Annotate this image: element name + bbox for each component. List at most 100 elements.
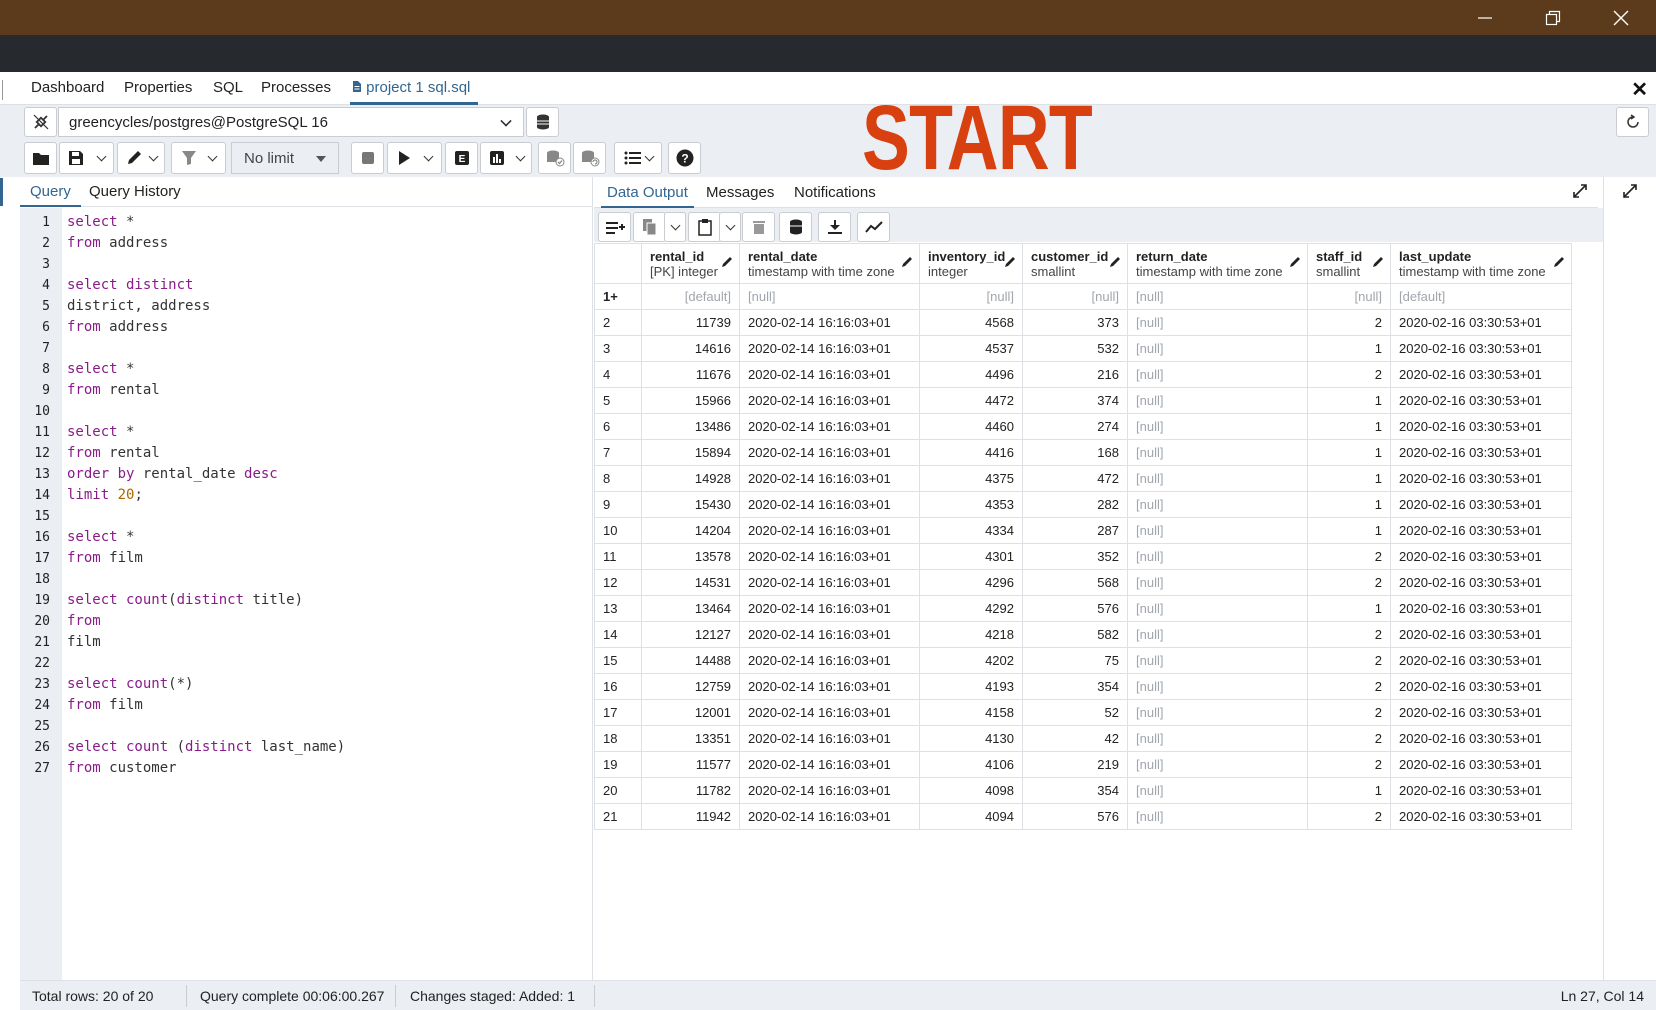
cell[interactable]: 14204 (641, 517, 740, 544)
tab-query[interactable]: Query (20, 183, 81, 207)
cell[interactable]: 2020-02-14 16:16:03+01 (739, 309, 920, 336)
cell[interactable]: 472 (1022, 465, 1128, 492)
table-row[interactable]: 8 14928 2020-02-14 16:16:03+01 4375 472 [null… (594, 465, 1572, 492)
cell[interactable]: 4353 (919, 491, 1023, 518)
delete-button[interactable] (742, 212, 775, 242)
cell[interactable]: 1 (1307, 387, 1391, 414)
cell[interactable]: [null] (1127, 387, 1308, 414)
cell[interactable]: [null] (1127, 595, 1308, 622)
cell[interactable]: [null] (1127, 751, 1308, 778)
cell[interactable]: 2 (1307, 647, 1391, 674)
add-row-button[interactable] (598, 212, 631, 242)
collapse-handle[interactable] (2, 80, 12, 100)
tab-query-history[interactable]: Query History (89, 183, 181, 200)
cell[interactable]: [null] (1127, 413, 1308, 440)
table-row[interactable]: 18 13351 2020-02-14 16:16:03+01 4130 42 [null… (594, 725, 1572, 752)
cell[interactable]: 4472 (919, 387, 1023, 414)
tab-notifications[interactable]: Notifications (794, 184, 876, 201)
cell[interactable]: 1 (1307, 439, 1391, 466)
cell[interactable]: [null] (1127, 699, 1308, 726)
cell[interactable]: 2020-02-16 03:30:53+01 (1390, 621, 1572, 648)
cell[interactable]: 216 (1022, 361, 1128, 388)
connection-select[interactable]: greencycles/postgres@PostgreSQL 16 (58, 107, 524, 137)
cell[interactable]: 2020-02-14 16:16:03+01 (739, 569, 920, 596)
table-row[interactable]: 21 11942 2020-02-14 16:16:03+01 4094 576 [nul… (594, 803, 1572, 830)
column-header[interactable]: last_update timestamp with time zone (1390, 243, 1572, 284)
cell[interactable]: 1 (1307, 465, 1391, 492)
cell[interactable]: 2020-02-16 03:30:53+01 (1390, 413, 1572, 440)
cell[interactable]: 4460 (919, 413, 1023, 440)
cell[interactable]: 282 (1022, 491, 1128, 518)
cell[interactable]: 12127 (641, 621, 740, 648)
cell[interactable]: 52 (1022, 699, 1128, 726)
open-file-button[interactable] (24, 142, 57, 174)
column-header[interactable]: rental_id [PK] integer (641, 243, 740, 284)
cell[interactable]: 2020-02-14 16:16:03+01 (739, 803, 920, 830)
cell[interactable]: 2020-02-14 16:16:03+01 (739, 517, 920, 544)
cell[interactable]: 11577 (641, 751, 740, 778)
cell[interactable]: 1 (1307, 413, 1391, 440)
filter-button[interactable] (171, 142, 226, 174)
cell[interactable]: 4375 (919, 465, 1023, 492)
cell[interactable]: [default] (1390, 283, 1572, 310)
cell[interactable]: 2 (1307, 751, 1391, 778)
cell[interactable]: 11942 (641, 803, 740, 830)
close-tab-button[interactable]: ✕ (1631, 77, 1648, 102)
cell[interactable]: 2020-02-14 16:16:03+01 (739, 335, 920, 362)
cell[interactable]: 2020-02-16 03:30:53+01 (1390, 361, 1572, 388)
cell[interactable]: 582 (1022, 621, 1128, 648)
minimize-button[interactable] (1452, 0, 1518, 35)
cell[interactable]: 4496 (919, 361, 1023, 388)
cell[interactable]: 42 (1022, 725, 1128, 752)
cell[interactable]: 2020-02-14 16:16:03+01 (739, 777, 920, 804)
cell[interactable]: 2020-02-16 03:30:53+01 (1390, 517, 1572, 544)
cell[interactable]: 2020-02-14 16:16:03+01 (739, 361, 920, 388)
cell[interactable]: 287 (1022, 517, 1128, 544)
save-button[interactable] (59, 142, 114, 174)
cell[interactable]: 168 (1022, 439, 1128, 466)
cell[interactable]: 2020-02-16 03:30:53+01 (1390, 595, 1572, 622)
cell[interactable]: 4301 (919, 543, 1023, 570)
paste-button[interactable] (688, 212, 721, 242)
tab-messages[interactable]: Messages (706, 184, 774, 201)
cell[interactable]: 14616 (641, 335, 740, 362)
cell[interactable]: 14488 (641, 647, 740, 674)
cell[interactable]: 4568 (919, 309, 1023, 336)
cell[interactable]: 2020-02-16 03:30:53+01 (1390, 569, 1572, 596)
cell[interactable]: 2020-02-14 16:16:03+01 (739, 725, 920, 752)
database-button[interactable] (526, 107, 559, 137)
cell[interactable]: 2020-02-16 03:30:53+01 (1390, 543, 1572, 570)
cell[interactable]: 576 (1022, 803, 1128, 830)
cell[interactable]: 11676 (641, 361, 740, 388)
cell[interactable]: 4202 (919, 647, 1023, 674)
cell[interactable]: 2020-02-16 03:30:53+01 (1390, 751, 1572, 778)
column-header[interactable]: inventory_id integer (919, 243, 1023, 284)
cell[interactable]: 219 (1022, 751, 1128, 778)
cell[interactable]: 4094 (919, 803, 1023, 830)
cell[interactable]: 15966 (641, 387, 740, 414)
cell[interactable]: [null] (1127, 725, 1308, 752)
cell[interactable]: [null] (1127, 621, 1308, 648)
cell[interactable]: 2 (1307, 621, 1391, 648)
cell[interactable]: 576 (1022, 595, 1128, 622)
cell[interactable]: [default] (641, 283, 740, 310)
table-row[interactable]: 2 11739 2020-02-14 16:16:03+01 4568 373 [null… (594, 309, 1572, 336)
cell[interactable]: 4334 (919, 517, 1023, 544)
tab-dashboard[interactable]: Dashboard (31, 79, 104, 105)
table-row[interactable]: 10 14204 2020-02-14 16:16:03+01 4334 287 [nul… (594, 517, 1572, 544)
cell[interactable]: 2020-02-16 03:30:53+01 (1390, 387, 1572, 414)
refresh-button[interactable] (1616, 107, 1649, 137)
copy-button[interactable] (633, 212, 666, 242)
cell[interactable]: 75 (1022, 647, 1128, 674)
cell[interactable]: 13464 (641, 595, 740, 622)
table-row[interactable]: 12 14531 2020-02-14 16:16:03+01 4296 568 [nul… (594, 569, 1572, 596)
table-row[interactable]: 3 14616 2020-02-14 16:16:03+01 4537 532 [null… (594, 335, 1572, 362)
explain-analyze-button[interactable] (480, 142, 532, 174)
cell[interactable]: 2 (1307, 569, 1391, 596)
cell[interactable]: 12001 (641, 699, 740, 726)
tab-query-file[interactable]: project 1 sql.sql (350, 79, 479, 105)
cell[interactable]: 13578 (641, 543, 740, 570)
table-row[interactable]: 20 11782 2020-02-14 16:16:03+01 4098 354 [nul… (594, 777, 1572, 804)
cell[interactable]: 2020-02-14 16:16:03+01 (739, 413, 920, 440)
cell[interactable]: [null] (1127, 335, 1308, 362)
